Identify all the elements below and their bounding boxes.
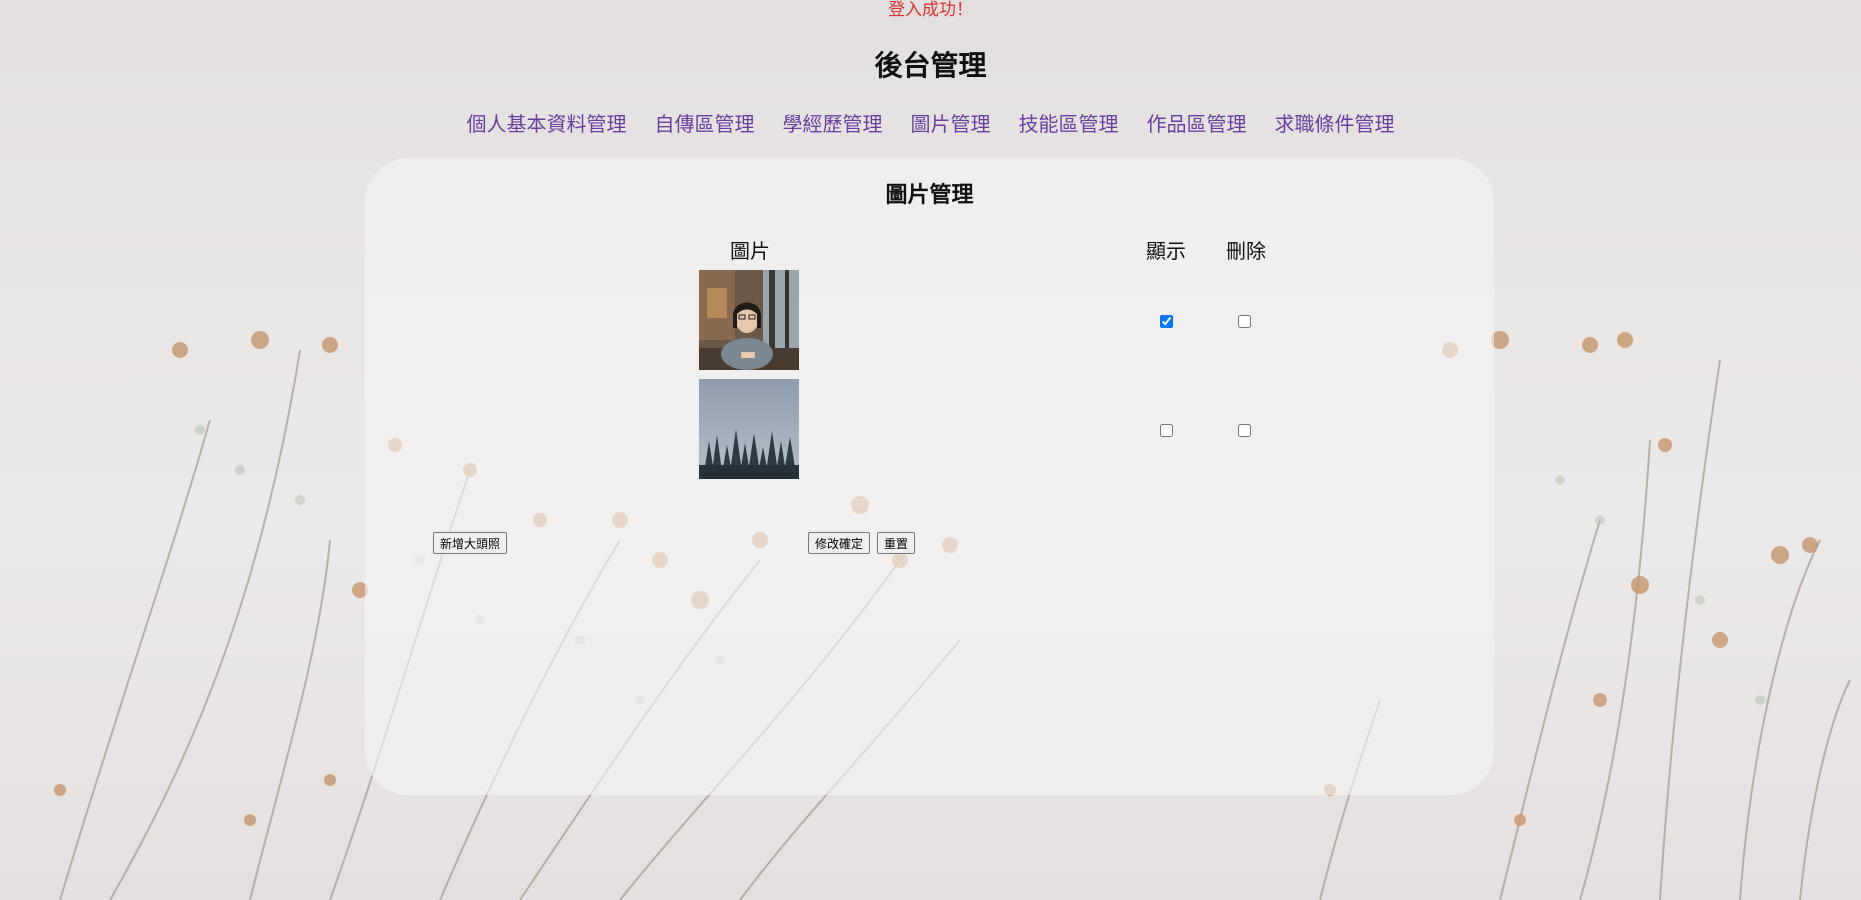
nav-item-education-experience[interactable]: 學經歷管理 (783, 112, 883, 136)
show-checkbox-row-1[interactable] (1160, 315, 1173, 328)
forest-photo (699, 379, 799, 479)
page-title: 後台管理 (874, 49, 987, 82)
image-management-panel: 圖片管理 圖片 顯示 刪除 新增大頭照 修改確定 重置 (365, 158, 1494, 795)
show-checkbox-row-2[interactable] (1160, 424, 1173, 437)
portrait-photo (699, 270, 799, 370)
delete-checkbox-row-2[interactable] (1238, 424, 1251, 437)
column-header-image: 圖片 (730, 239, 770, 263)
column-header-show: 顯示 (1146, 239, 1186, 263)
add-headshot-button[interactable]: 新增大頭照 (433, 532, 508, 554)
login-success-message: 登入成功！ (888, 0, 973, 20)
confirm-changes-button[interactable]: 修改確定 (808, 532, 871, 554)
admin-nav: 個人基本資料管理 自傳區管理 學經歷管理 圖片管理 技能區管理 作品區管理 求職條件管理 (0, 110, 1861, 138)
nav-item-skills[interactable]: 技能區管理 (1019, 112, 1119, 136)
nav-item-autobiography[interactable]: 自傳區管理 (655, 112, 755, 136)
column-header-delete: 刪除 (1226, 239, 1266, 263)
panel-title: 圖片管理 (885, 183, 974, 208)
nav-item-profile[interactable]: 個人基本資料管理 (467, 112, 627, 136)
reset-button[interactable]: 重置 (877, 532, 916, 554)
delete-checkbox-row-1[interactable] (1238, 315, 1251, 328)
nav-item-images[interactable]: 圖片管理 (911, 112, 991, 136)
nav-item-portfolio[interactable]: 作品區管理 (1147, 112, 1247, 136)
nav-item-job-conditions[interactable]: 求職條件管理 (1275, 112, 1395, 136)
